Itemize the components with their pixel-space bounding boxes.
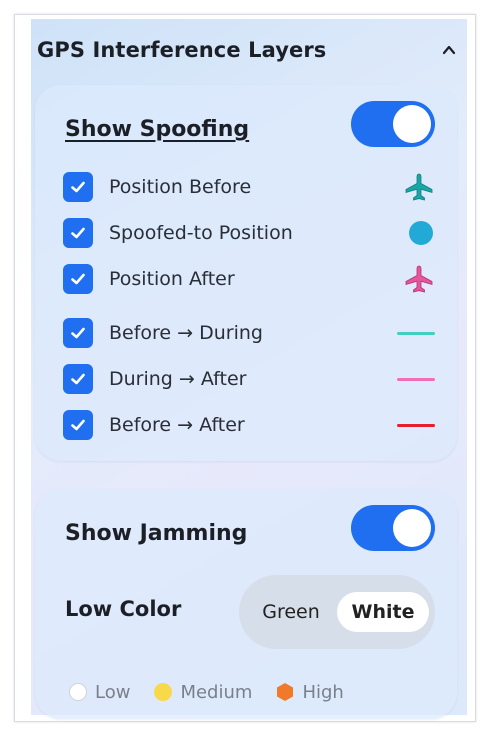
low-color-option-green[interactable]: Green bbox=[245, 592, 337, 632]
toggle-knob bbox=[393, 509, 431, 547]
low-dot-icon bbox=[69, 683, 87, 701]
legend-item-low: Low bbox=[69, 682, 130, 703]
checkmark-icon bbox=[71, 181, 85, 193]
spoofed-to-position-label: Spoofed-to Position bbox=[109, 222, 293, 244]
show-jamming-label: Show Jamming bbox=[65, 521, 248, 546]
panel-title: GPS Interference Layers bbox=[37, 38, 327, 62]
layer-row-position-after[interactable]: Position After bbox=[63, 263, 435, 295]
checkmark-icon bbox=[71, 227, 85, 239]
layers-window: GPS Interference Layers Show Spoofing Po… bbox=[14, 14, 476, 722]
low-color-option-white[interactable]: White bbox=[337, 592, 429, 632]
legend-high-label: High bbox=[302, 681, 344, 703]
spoofing-card: Show Spoofing Position Before Spoofed-to… bbox=[35, 85, 457, 461]
before-during-checkbox[interactable] bbox=[63, 318, 93, 348]
position-after-checkbox[interactable] bbox=[63, 264, 93, 294]
airplane-pink-icon bbox=[395, 263, 435, 295]
gps-interference-panel: GPS Interference Layers Show Spoofing Po… bbox=[31, 19, 467, 719]
before-after-checkbox[interactable] bbox=[63, 410, 93, 440]
panel-header[interactable]: GPS Interference Layers bbox=[37, 35, 459, 65]
symbol-slot bbox=[395, 317, 435, 349]
checkmark-icon bbox=[71, 273, 85, 285]
low-color-segmented-control: Green White bbox=[239, 575, 435, 649]
legend-item-high: High bbox=[276, 681, 344, 703]
layer-row-before-after[interactable]: Before → After bbox=[63, 409, 435, 441]
chevron-up-icon[interactable] bbox=[441, 42, 457, 58]
jamming-card: Show Jamming Low Color Green White Low M… bbox=[35, 489, 457, 719]
before-after-label: Before → After bbox=[109, 414, 245, 436]
legend-low-label: Low bbox=[95, 681, 131, 703]
checkmark-icon bbox=[71, 419, 85, 431]
spoofed-position-dot-icon bbox=[409, 221, 433, 245]
medium-dot-icon bbox=[154, 683, 173, 701]
high-hexagon-icon bbox=[277, 683, 294, 701]
layer-row-before-during[interactable]: Before → During bbox=[63, 317, 435, 349]
jamming-toggle[interactable] bbox=[351, 505, 435, 551]
position-before-label: Position Before bbox=[109, 176, 252, 198]
airplane-teal-icon bbox=[395, 171, 435, 203]
show-spoofing-label: Show Spoofing bbox=[65, 117, 250, 142]
legend-item-medium: Medium bbox=[154, 682, 252, 703]
symbol-slot bbox=[395, 409, 435, 441]
before-during-line-swatch bbox=[397, 331, 435, 335]
before-during-label: Before → During bbox=[109, 322, 263, 344]
checkmark-icon bbox=[71, 327, 85, 339]
spoofing-toggle[interactable] bbox=[351, 101, 435, 147]
symbol-slot bbox=[395, 363, 435, 395]
layer-row-spoofed-to-position[interactable]: Spoofed-to Position bbox=[63, 217, 435, 249]
during-after-line-swatch bbox=[397, 377, 435, 381]
spoofed-to-position-checkbox[interactable] bbox=[63, 218, 93, 248]
symbol-slot bbox=[395, 217, 435, 249]
jamming-legend: Low Medium High bbox=[69, 677, 437, 707]
checkmark-icon bbox=[71, 373, 85, 385]
before-after-line-swatch bbox=[397, 423, 435, 427]
layer-row-position-before[interactable]: Position Before bbox=[63, 171, 435, 203]
legend-medium-label: Medium bbox=[180, 681, 253, 703]
position-before-checkbox[interactable] bbox=[63, 172, 93, 202]
layer-row-during-after[interactable]: During → After bbox=[63, 363, 435, 395]
position-after-label: Position After bbox=[109, 268, 235, 290]
during-after-label: During → After bbox=[109, 368, 247, 390]
low-color-label: Low Color bbox=[65, 597, 182, 621]
toggle-knob bbox=[393, 105, 431, 143]
during-after-checkbox[interactable] bbox=[63, 364, 93, 394]
